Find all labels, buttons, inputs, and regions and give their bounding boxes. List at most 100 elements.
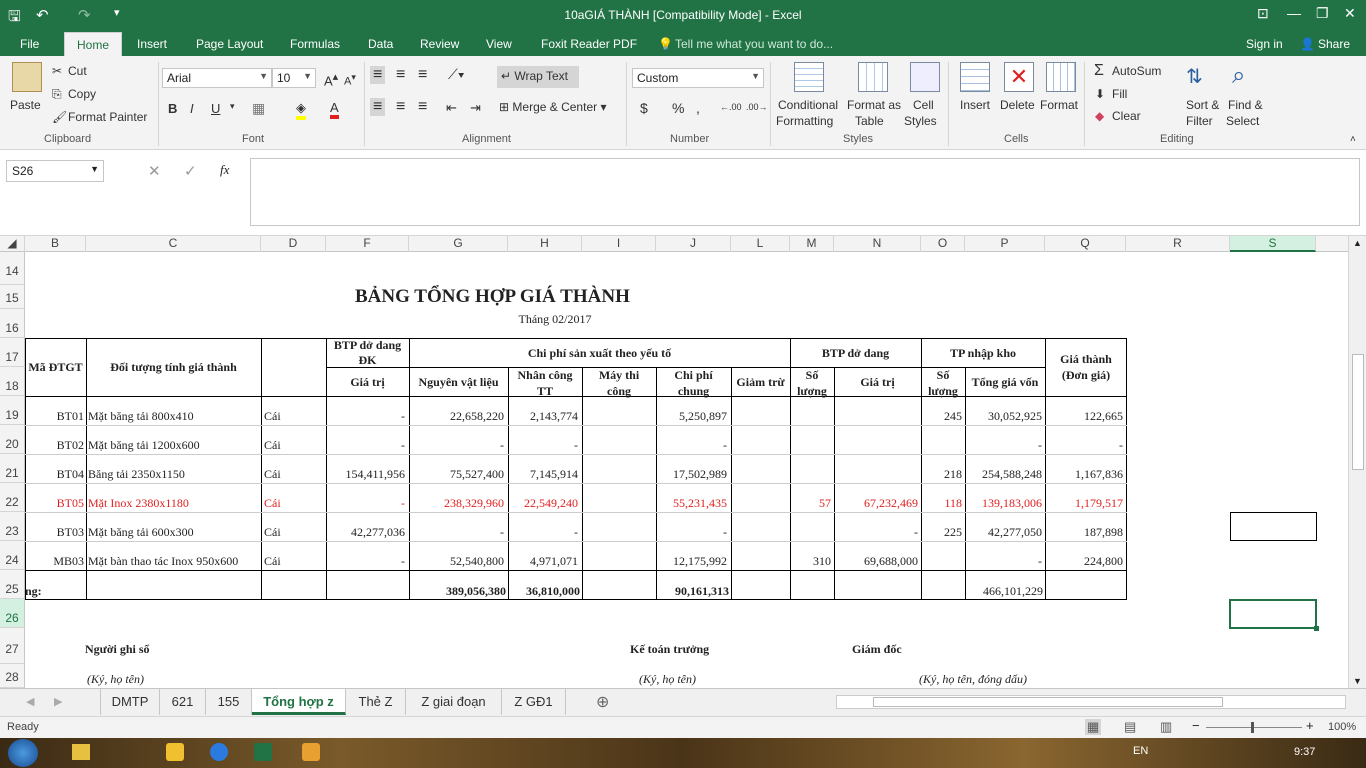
next-sheet-icon[interactable]: ▶ <box>54 695 62 708</box>
zoom-out-icon[interactable]: − <box>1192 718 1200 733</box>
sheet-tab-z-giai-doan[interactable]: Z giai đoạn <box>406 689 502 715</box>
row-header[interactable]: 24 <box>0 541 25 570</box>
fill-icon[interactable]: ⬇ <box>1095 87 1105 101</box>
file-explorer-icon[interactable] <box>72 744 90 760</box>
row-header[interactable]: 18 <box>0 367 25 396</box>
zoom-in-icon[interactable]: + <box>1306 718 1314 733</box>
column-header[interactable]: Q <box>1045 236 1126 252</box>
insert-cells-button[interactable]: Insert <box>960 98 990 112</box>
copy-icon[interactable]: ⎘ <box>52 87 62 102</box>
page-break-view-icon[interactable]: ▥ <box>1160 719 1172 735</box>
zoom-level[interactable]: 100% <box>1328 721 1356 733</box>
cancel-icon[interactable]: ✕ <box>148 162 161 180</box>
number-format-select[interactable]: Custom ▼ <box>632 68 764 88</box>
autosum-icon[interactable]: Σ <box>1094 62 1104 80</box>
app-taskbar-icon[interactable] <box>302 743 320 761</box>
select-all-corner[interactable]: ◢ <box>0 236 25 252</box>
prev-sheet-icon[interactable]: ◀ <box>26 695 34 708</box>
page-layout-view-icon[interactable]: ▤ <box>1124 719 1136 735</box>
tell-me-box[interactable]: Tell me what you want to do... <box>675 37 833 51</box>
sort-filter-button[interactable]: Sort & <box>1186 98 1219 112</box>
row-header[interactable]: 17 <box>0 338 25 367</box>
italic-button[interactable]: I <box>190 101 194 116</box>
vertical-scrollbar[interactable]: ▲ ▼ <box>1348 236 1366 688</box>
tab-file[interactable]: File <box>20 37 39 51</box>
decrease-indent-icon[interactable]: ⇤ <box>446 100 457 116</box>
tab-view[interactable]: View <box>486 37 512 51</box>
fill-color-icon[interactable]: ◈ <box>296 100 306 120</box>
column-header[interactable]: J <box>656 236 731 252</box>
row-header[interactable]: 14 <box>0 252 25 285</box>
shrink-font-icon[interactable]: A▾ <box>344 72 356 88</box>
currency-button[interactable]: $ <box>640 100 648 116</box>
close-button[interactable]: ✕ <box>1344 5 1356 22</box>
format-as-table-button[interactable]: Format as <box>847 98 901 112</box>
fill-handle[interactable] <box>1314 626 1319 631</box>
format-painter-button[interactable]: Format Painter <box>68 110 147 124</box>
align-right-icon[interactable]: ≡ <box>418 98 427 116</box>
language-indicator[interactable]: EN <box>1133 745 1148 757</box>
conditional-formatting-icon[interactable] <box>794 62 824 92</box>
font-name-select[interactable]: Arial ▼ <box>162 68 272 88</box>
bottom-align-icon[interactable]: ≡ <box>418 66 427 84</box>
scroll-down-icon[interactable]: ▼ <box>1353 676 1362 686</box>
column-header[interactable]: G <box>409 236 508 252</box>
align-left-icon[interactable]: ≡ <box>370 98 386 116</box>
sheet-tab-tong-hop-z[interactable]: Tổng hợp z <box>252 689 346 715</box>
chevron-down-icon[interactable]: ▾ <box>230 101 235 112</box>
find-select-button[interactable]: Find & <box>1228 98 1263 112</box>
excel-taskbar-icon[interactable] <box>254 743 272 761</box>
format-as-table-icon[interactable] <box>858 62 888 92</box>
new-sheet-icon[interactable]: ⊕ <box>596 692 609 712</box>
sheet-tab-the-z[interactable]: Thẻ Z <box>346 689 406 715</box>
insert-function-button[interactable]: fx <box>220 162 229 178</box>
column-header[interactable]: M <box>790 236 834 252</box>
tab-foxit[interactable]: Foxit Reader PDF <box>541 37 637 51</box>
decrease-decimal-icon[interactable]: .00→ <box>746 102 768 112</box>
autosum-button[interactable]: AutoSum <box>1112 64 1161 78</box>
enter-icon[interactable]: ✓ <box>184 162 197 180</box>
top-align-icon[interactable]: ≡ <box>370 66 386 84</box>
formula-input[interactable] <box>250 158 1360 226</box>
column-header[interactable]: L <box>731 236 790 252</box>
row-header[interactable]: 27 <box>0 628 25 664</box>
merge-center-button[interactable]: ⊞ Merge & Center ▾ <box>499 100 606 114</box>
format-painter-icon[interactable]: 🖌 <box>52 110 67 124</box>
borders-icon[interactable]: ▦ <box>252 100 265 117</box>
underline-button[interactable]: U <box>211 101 220 116</box>
tab-review[interactable]: Review <box>420 37 459 51</box>
wrap-text-button[interactable]: ↵ Wrap Text <box>497 66 579 88</box>
worksheet-grid[interactable]: BẢNG TỔNG HỢP GIÁ THÀNH Tháng 02/2017 Mã… <box>25 252 1348 688</box>
sheet-tab-155[interactable]: 155 <box>206 689 252 715</box>
row-header[interactable]: 22 <box>0 483 25 512</box>
paste-icon[interactable] <box>12 62 42 92</box>
row-header-selected[interactable]: 26 <box>0 599 25 628</box>
media-player-icon[interactable] <box>166 743 184 761</box>
minimize-button[interactable]: — <box>1287 5 1301 21</box>
paste-button[interactable]: Paste <box>10 98 41 112</box>
sheet-tab-621[interactable]: 621 <box>160 689 206 715</box>
zoom-slider[interactable] <box>1206 727 1302 728</box>
tab-home[interactable]: Home <box>64 32 123 56</box>
eraser-icon[interactable]: ◆ <box>1095 109 1104 123</box>
cell-styles-icon[interactable] <box>910 62 940 92</box>
grow-font-icon[interactable]: A▴ <box>324 70 338 88</box>
row-header[interactable]: 28 <box>0 664 25 688</box>
column-header[interactable]: R <box>1126 236 1230 252</box>
name-box[interactable]: S26 ▼ <box>6 160 104 182</box>
column-header[interactable]: C <box>86 236 261 252</box>
start-button[interactable] <box>8 739 38 767</box>
insert-cells-icon[interactable] <box>960 62 990 92</box>
font-color-icon[interactable]: A <box>330 100 339 119</box>
format-cells-button[interactable]: Format <box>1040 98 1078 112</box>
scroll-thumb[interactable] <box>1352 354 1364 470</box>
share-button[interactable]: Share <box>1318 37 1350 51</box>
find-select-icon[interactable]: ⌕ <box>1232 62 1245 90</box>
cut-icon[interactable]: ✂ <box>52 64 62 78</box>
row-header[interactable]: 25 <box>0 570 25 599</box>
fill-button[interactable]: Fill <box>1112 87 1127 101</box>
tab-page-layout[interactable]: Page Layout <box>196 37 263 51</box>
column-header[interactable]: I <box>582 236 656 252</box>
scroll-up-icon[interactable]: ▲ <box>1353 238 1362 248</box>
percent-button[interactable]: % <box>672 100 684 116</box>
